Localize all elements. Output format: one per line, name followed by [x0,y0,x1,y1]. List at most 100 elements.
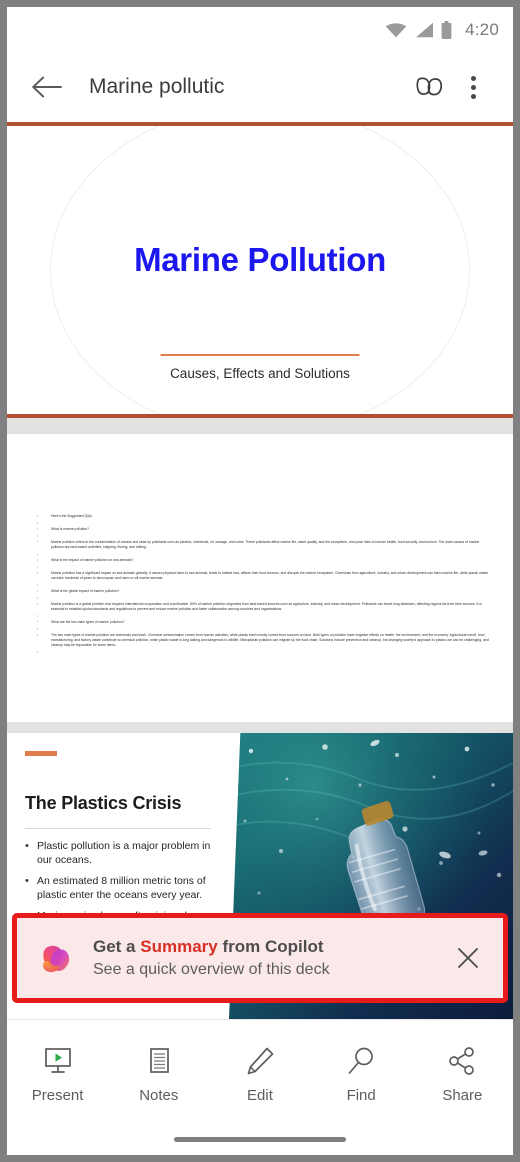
slide-3-accent-dash [25,751,57,756]
qa-line-text: What is the global impact of marine poll… [51,589,120,593]
qa-line: • What is the global impact of marine pol… [37,589,492,594]
share-nodes-icon [446,1044,478,1078]
toolbar-item-share[interactable]: Share [419,1044,505,1104]
slide-1-subtitle: Causes, Effects and Solutions [170,366,350,381]
qa-line: • Here's the Suggested Q&A: [37,514,492,519]
qa-line: • What are the two main types of marine p… [37,620,492,625]
copilot-outline-icon [416,77,443,96]
qa-line-text: Here's the Suggested Q&A: [51,514,93,518]
bullet-dot-icon: • [25,875,29,887]
qa-line-text: What is the impact of marine pollution o… [51,558,134,562]
qa-bullet-icon: • [37,613,39,618]
copilot-logo-icon [43,945,70,973]
toolbar-item-present[interactable]: Present [15,1044,101,1104]
qa-line-spacer: • [37,583,492,588]
qa-line-text: Marine pollution refers to the contamina… [51,540,480,549]
qa-line-text: Marine pollution is a global problem tha… [51,602,482,611]
qa-line-spacer: • [37,627,492,632]
qa-bullet-icon: • [37,582,39,587]
slide-1-heading: Marine Pollution [134,241,386,278]
qa-line-spacer: • [37,614,492,619]
slide-1-title[interactable]: Marine Pollution Causes, Effects and Sol… [7,122,513,418]
close-icon [458,948,478,968]
qa-bullet-icon: • [37,589,39,593]
qa-line-spacer: • [37,650,492,655]
slide-1-divider [160,354,360,356]
qa-bullet-icon: • [37,533,39,538]
bottom-toolbar: Present Notes Edit Find Share [7,1019,513,1155]
app-root: 4:20 Marine pollutic Marine Pollution Ca… [0,0,520,1162]
copilot-header-button[interactable] [407,65,451,109]
app-header: Marine pollutic [7,52,513,122]
slide-3-bullet: • An estimated 8 million metric tons of p… [25,874,225,902]
cell-signal-icon [416,22,434,37]
copilot-headline-suffix: from Copilot [217,937,324,956]
qa-line-spacer: • [37,552,492,557]
copilot-summary-banner[interactable]: Get a Summary from Copilot See a quick o… [12,913,508,1003]
qa-line-text: Marine pollution has a significant impac… [51,571,489,580]
qa-bullet-icon: • [37,520,39,525]
home-indicator[interactable] [174,1137,346,1142]
slide-3-bullet-text: An estimated 8 million metric tons of pl… [37,875,206,901]
slide-2-text-block: • Here's the Suggested Q&A: • • What is mari… [37,514,492,656]
qa-bullet-icon: • [37,527,39,531]
toolbar-label-find: Find [346,1087,376,1104]
qa-line: • The two main types of marine pollution … [37,633,492,648]
qa-line-text: What is marine pollution? [51,527,90,531]
qa-bullet-icon: • [37,595,39,600]
document-title: Marine pollutic [89,75,225,98]
present-screen-icon [42,1044,74,1078]
pencil-edit-icon [244,1044,276,1078]
copilot-banner-subtext: See a quick overview of this deck [93,961,330,978]
qa-line: • What is the impact of marine pollution … [37,558,492,563]
copilot-headline-prefix: Get a [93,937,141,956]
copilot-banner-text: Get a Summary from Copilot See a quick o… [93,935,447,981]
qa-line: • Marine pollution refers to the contamin… [37,540,492,550]
copilot-headline-highlight: Summary [140,937,218,956]
status-time: 4:20 [465,19,499,39]
qa-bullet-icon: • [37,620,39,624]
qa-bullet-icon: • [37,558,39,562]
toolbar-item-edit[interactable]: Edit [217,1044,303,1104]
qa-bullet-icon: • [37,551,39,556]
notes-document-icon [143,1044,175,1078]
slide-3-heading: The Plastics Crisis [25,793,182,813]
slide-3-divider [25,828,211,829]
toolbar-item-notes[interactable]: Notes [116,1044,202,1104]
copilot-banner-close-button[interactable] [447,937,489,979]
wifi-icon [385,22,407,37]
status-bar: 4:20 [7,7,513,52]
qa-line-spacer: • [37,596,492,601]
qa-bullet-icon: • [37,514,39,518]
qa-bullet-icon: • [37,602,39,606]
bullet-dot-icon: • [25,840,29,852]
qa-bullet-icon: • [37,649,39,654]
qa-line: • Marine pollution has a significant impa… [37,571,492,581]
toolbar-label-edit: Edit [247,1087,273,1104]
overflow-menu-button[interactable] [451,65,495,109]
qa-bullet-icon: • [37,564,39,569]
copilot-banner-headline: Get a Summary from Copilot [93,935,447,958]
more-vertical-icon [470,75,476,99]
status-icons [385,20,452,39]
search-magnifier-icon [345,1044,377,1078]
qa-line-spacer: • [37,565,492,570]
toolbar-label-notes: Notes [139,1087,179,1104]
qa-line-spacer: • [37,521,492,526]
qa-bullet-icon: • [37,540,39,544]
slide-3-bullet: • Plastic pollution is a major problem in… [25,839,225,867]
toolbar-label-present: Present [31,1087,84,1104]
slide-deck-scroll[interactable]: Marine Pollution Causes, Effects and Sol… [7,122,513,1019]
qa-line-text: The two main types of marine pollution a… [51,633,489,647]
qa-bullet-icon: • [37,633,39,637]
toolbar-item-find[interactable]: Find [318,1044,404,1104]
back-button[interactable] [27,67,67,107]
qa-line: • What is marine pollution? [37,527,492,532]
back-arrow-icon [32,76,62,98]
qa-bullet-icon: • [37,626,39,631]
qa-line-text: What are the two main types of marine po… [51,620,125,624]
qa-line-spacer: • [37,534,492,539]
qa-line: • Marine pollution is a global problem th… [37,602,492,612]
slide-2-qa[interactable]: • Here's the Suggested Q&A: • • What is mari… [7,434,513,722]
slide-3-bullet-text: Plastic pollution is a major problem in … [37,840,211,866]
